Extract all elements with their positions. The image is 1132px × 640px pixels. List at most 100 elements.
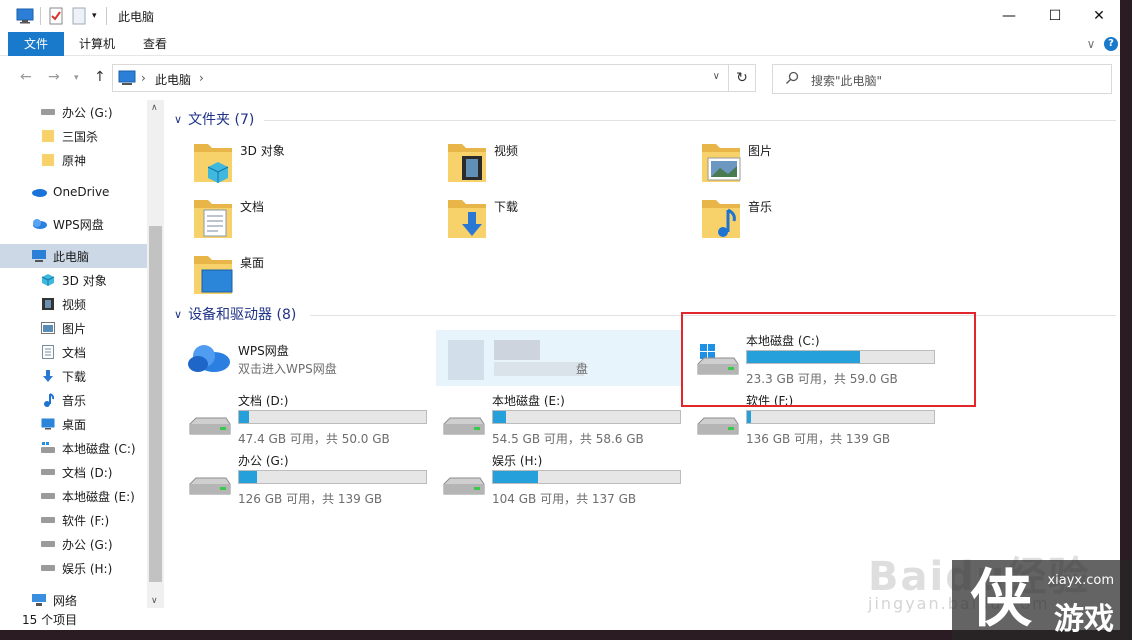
recent-locations-icon[interactable]: ▾ <box>74 73 79 83</box>
scroll-down-icon[interactable]: ∨ <box>151 596 158 606</box>
drive-g-item[interactable]: 办公 (G:) 126 GB 可用，共 139 GB <box>186 452 440 510</box>
network-icon <box>31 592 47 608</box>
separator <box>106 7 107 25</box>
drive-icon <box>40 512 56 528</box>
sidebar-item-label: 此电脑 <box>53 249 90 264</box>
sidebar-item-drive-c[interactable]: 本地磁盘 (C:) <box>0 436 147 460</box>
wps-cloud-item[interactable]: WPS网盘 双击进入WPS网盘 <box>186 336 440 394</box>
sidebar-item-label: 下载 <box>62 369 87 384</box>
sidebar-item-office-g-top[interactable]: 办公 (G:) <box>0 100 147 124</box>
sidebar-item-this-pc[interactable]: 此电脑 <box>0 244 147 268</box>
drive-space-info: 54.5 GB 可用，共 58.6 GB <box>492 432 644 446</box>
title-bar: ▾ 此电脑 — ☐ ✕ <box>0 0 1120 32</box>
drive-h-item[interactable]: 娱乐 (H:) 104 GB 可用，共 137 GB <box>440 452 694 510</box>
refresh-button[interactable]: ↻ <box>729 64 756 92</box>
music-icon <box>40 392 56 408</box>
chevron-down-icon: ∨ <box>174 307 183 321</box>
drive-name: 办公 (G:) <box>238 454 289 468</box>
chevron-down-icon[interactable]: ∨ <box>1082 32 1100 56</box>
up-arrow-icon[interactable]: ↑ <box>94 69 106 85</box>
address-bar[interactable]: › 此电脑 › ∨ <box>112 64 729 92</box>
pictures-icon <box>40 320 56 336</box>
drive-icon <box>40 464 56 480</box>
back-arrow-icon[interactable]: ← <box>20 69 32 85</box>
search-input[interactable]: 搜索"此电脑" <box>772 64 1112 94</box>
sidebar-item-label: 文档 <box>62 345 87 360</box>
download-icon <box>448 200 486 238</box>
scrollbar-thumb[interactable] <box>149 226 162 582</box>
breadcrumb-this-pc[interactable]: 此电脑 <box>155 71 191 88</box>
folder-name: 3D 对象 <box>240 144 285 158</box>
sidebar-item-drive-d[interactable]: 文档 (D:) <box>0 460 147 484</box>
music-icon <box>702 200 740 238</box>
sidebar-item-label: 办公 (G:) <box>62 105 113 120</box>
sidebar-item-music[interactable]: 音乐 <box>0 388 147 412</box>
drive-usage-fill <box>747 411 752 423</box>
blurred-device[interactable]: 盘 <box>436 330 682 386</box>
group-label: 设备和驱动器 (8) <box>188 307 297 323</box>
drive-icon <box>443 477 485 495</box>
sidebar-item-pictures[interactable]: 图片 <box>0 316 147 340</box>
sidebar-item-drive-g[interactable]: 办公 (G:) <box>0 532 147 556</box>
drive-icon <box>40 560 56 576</box>
folder-name: 下载 <box>494 200 519 214</box>
breadcrumb-separator[interactable]: › <box>199 71 204 85</box>
close-button[interactable]: ✕ <box>1076 0 1120 32</box>
drive-icon <box>697 417 739 435</box>
sidebar-item-label: 3D 对象 <box>62 273 107 288</box>
sidebar-item-yuanshen[interactable]: 原神 <box>0 148 147 172</box>
drive-icon <box>189 417 231 435</box>
address-dropdown-icon[interactable]: ∨ <box>713 71 720 82</box>
video-icon <box>40 296 56 312</box>
folder-videos[interactable]: 视频 <box>446 138 696 188</box>
sidebar-item-drive-h[interactable]: 娱乐 (H:) <box>0 556 147 580</box>
sidebar-item-drive-e[interactable]: 本地磁盘 (E:) <box>0 484 147 508</box>
scroll-up-icon[interactable]: ∧ <box>151 103 158 113</box>
logo-glyph: 侠 <box>970 562 1033 635</box>
sidebar-item-drive-f[interactable]: 软件 (F:) <box>0 508 147 532</box>
folder-music[interactable]: 音乐 <box>700 194 950 244</box>
documents-icon <box>40 344 56 360</box>
sidebar-item-3d-objects[interactable]: 3D 对象 <box>0 268 147 292</box>
help-icon[interactable]: ? <box>1104 37 1118 51</box>
sidebar-item-documents[interactable]: 文档 <box>0 340 147 364</box>
wps-cloud-icon <box>31 216 47 232</box>
chevron-down-icon: ∨ <box>174 112 183 126</box>
folder-documents[interactable]: 文档 <box>192 194 442 244</box>
properties-icon[interactable] <box>48 7 64 25</box>
sidebar-item-desktop[interactable]: 桌面 <box>0 412 147 436</box>
sidebar-item-onedrive[interactable]: OneDrive <box>0 180 147 204</box>
tab-file[interactable]: 文件 <box>8 32 64 56</box>
logo-name: 游戏 <box>1054 602 1114 637</box>
forward-arrow-icon[interactable]: → <box>48 69 60 85</box>
sidebar-item-sanguosha[interactable]: 三国杀 <box>0 124 147 148</box>
group-header-devices[interactable]: ∨ 设备和驱动器 (8) <box>174 304 296 324</box>
group-header-folders[interactable]: ∨ 文件夹 (7) <box>174 109 254 129</box>
sidebar-item-videos[interactable]: 视频 <box>0 292 147 316</box>
folder-downloads[interactable]: 下载 <box>446 194 696 244</box>
folder-desktop[interactable]: 桌面 <box>192 250 442 300</box>
drive-e-item[interactable]: 本地磁盘 (E:) 54.5 GB 可用，共 58.6 GB <box>440 392 694 450</box>
navigation-pane: 办公 (G:) 三国杀 原神 OneDrive WPS网盘 此电脑 3D 对象 <box>0 100 164 608</box>
customize-toolbar-icon[interactable]: ▾ <box>92 7 97 25</box>
breadcrumb-separator[interactable]: › <box>141 71 146 85</box>
sidebar-item-label: 软件 (F:) <box>62 513 110 528</box>
tab-computer[interactable]: 计算机 <box>70 32 124 56</box>
pc-icon <box>118 70 136 89</box>
video-icon <box>448 144 486 182</box>
new-folder-icon[interactable] <box>72 7 86 25</box>
documents-icon <box>194 200 232 238</box>
wps-cloud-icon <box>188 345 230 372</box>
maximize-button[interactable]: ☐ <box>1032 0 1078 32</box>
tab-view[interactable]: 查看 <box>132 32 178 56</box>
sidebar-item-label: 三国杀 <box>62 129 99 144</box>
sidebar-item-downloads[interactable]: 下载 <box>0 364 147 388</box>
folder-pictures[interactable]: 图片 <box>700 138 950 188</box>
drive-d-item[interactable]: 文档 (D:) 47.4 GB 可用，共 50.0 GB <box>186 392 440 450</box>
pc-icon <box>31 248 47 264</box>
drive-icon <box>443 417 485 435</box>
drive-usage-bar <box>238 410 427 424</box>
folder-3d-objects[interactable]: 3D 对象 <box>192 138 442 188</box>
minimize-button[interactable]: — <box>986 0 1032 32</box>
sidebar-item-wps-cloud[interactable]: WPS网盘 <box>0 212 147 236</box>
